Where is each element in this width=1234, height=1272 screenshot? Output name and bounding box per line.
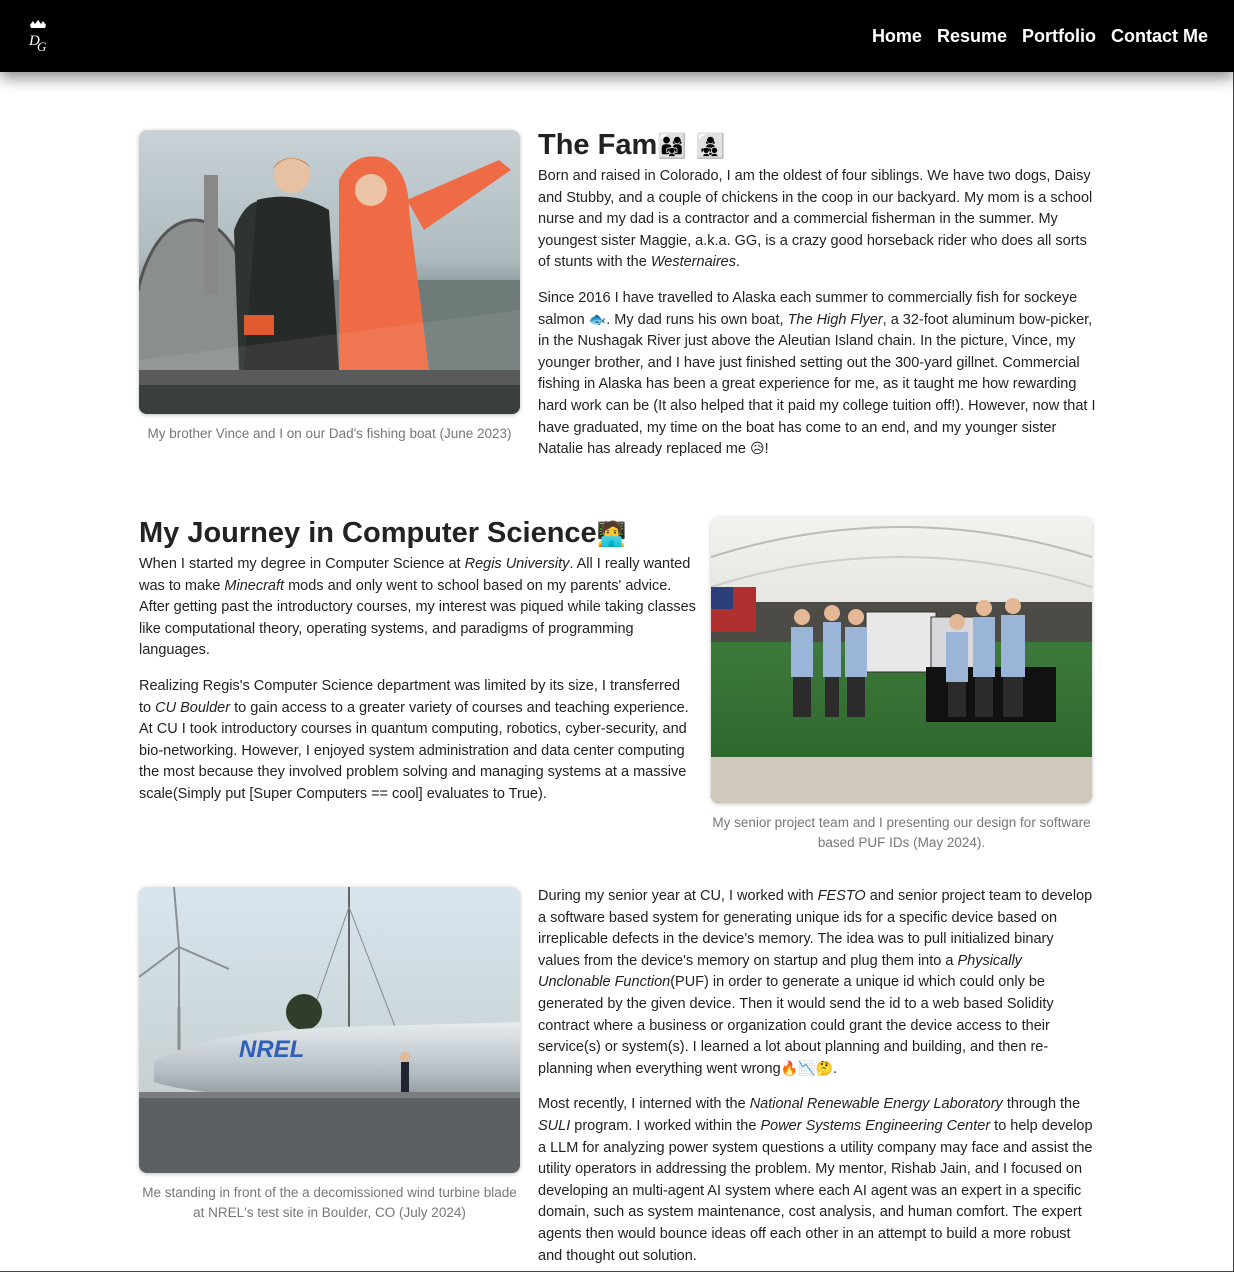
fam-paragraph-2: Since 2016 I have travelled to Alaska ea… [538, 289, 1096, 458]
wind-turbine-photo: NREL [139, 887, 520, 1173]
senior-project-caption: My senior project team and I presenting … [712, 815, 1091, 850]
technologist-emoji-icon: 🧑‍💻 [596, 520, 627, 548]
fishing-boat-caption: My brother Vince and I on our Dad's fish… [147, 426, 512, 441]
nav-contact-link[interactable]: Contact Me [1111, 26, 1208, 47]
wind-turbine-caption: Me standing in front of the a decomissio… [142, 1185, 517, 1220]
journey-heading: My Journey in Computer Science🧑‍💻 [139, 516, 696, 551]
nrel-paragraph-2: Most recently, I interned with the Natio… [538, 1096, 1093, 1264]
logo-icon[interactable]: D G [26, 19, 50, 53]
fam-heading: The Fam👨‍👩‍👧 👩‍👧‍👦 [538, 128, 1096, 163]
journey-paragraph-1: When I started my degree in Computer Sci… [139, 556, 696, 659]
fishing-boat-photo [139, 130, 520, 414]
fam-paragraph-1: Born and raised in Colorado, I am the ol… [538, 168, 1093, 271]
svg-text:G: G [37, 39, 47, 53]
nrel-paragraph-1: During my senior year at CU, I worked wi… [538, 888, 1093, 1077]
fishing-boat-figure: My brother Vince and I on our Dad's fish… [139, 130, 520, 444]
sad-face-emoji-icon: 😥 [749, 441, 765, 458]
navbar: D G Home Resume Portfolio Contact Me [0, 0, 1234, 72]
journey-paragraph-2: Realizing Regis's Computer Science depar… [139, 677, 689, 802]
nav-home-link[interactable]: Home [872, 26, 922, 47]
family-emoji-icon: 👨‍👩‍👧 👩‍👧‍👦 [657, 132, 726, 160]
nav-portfolio-link[interactable]: Portfolio [1022, 26, 1096, 47]
fam-text-block: The Fam👨‍👩‍👧 👩‍👧‍👦 Born and raised in Co… [538, 128, 1096, 475]
nrel-logo-text: NREL [239, 1036, 304, 1063]
nrel-text-block: During my senior year at CU, I worked wi… [538, 886, 1096, 1272]
senior-project-photo [711, 517, 1092, 803]
wind-turbine-figure: NREL Me standing in front of the a decom… [139, 887, 520, 1223]
fish-emoji-icon: 🐟 [588, 311, 607, 328]
fam-title: The Fam [538, 129, 658, 161]
nav-resume-link[interactable]: Resume [937, 26, 1007, 47]
journey-text-block: My Journey in Computer Science🧑‍💻 When I… [139, 516, 696, 820]
journey-title: My Journey in Computer Science [139, 517, 597, 549]
fire-chart-thinking-emoji-icon: 🔥📉🤔 [780, 1060, 833, 1077]
nav-links: Home Resume Portfolio Contact Me [872, 26, 1208, 47]
senior-project-figure: My senior project team and I presenting … [711, 517, 1092, 853]
